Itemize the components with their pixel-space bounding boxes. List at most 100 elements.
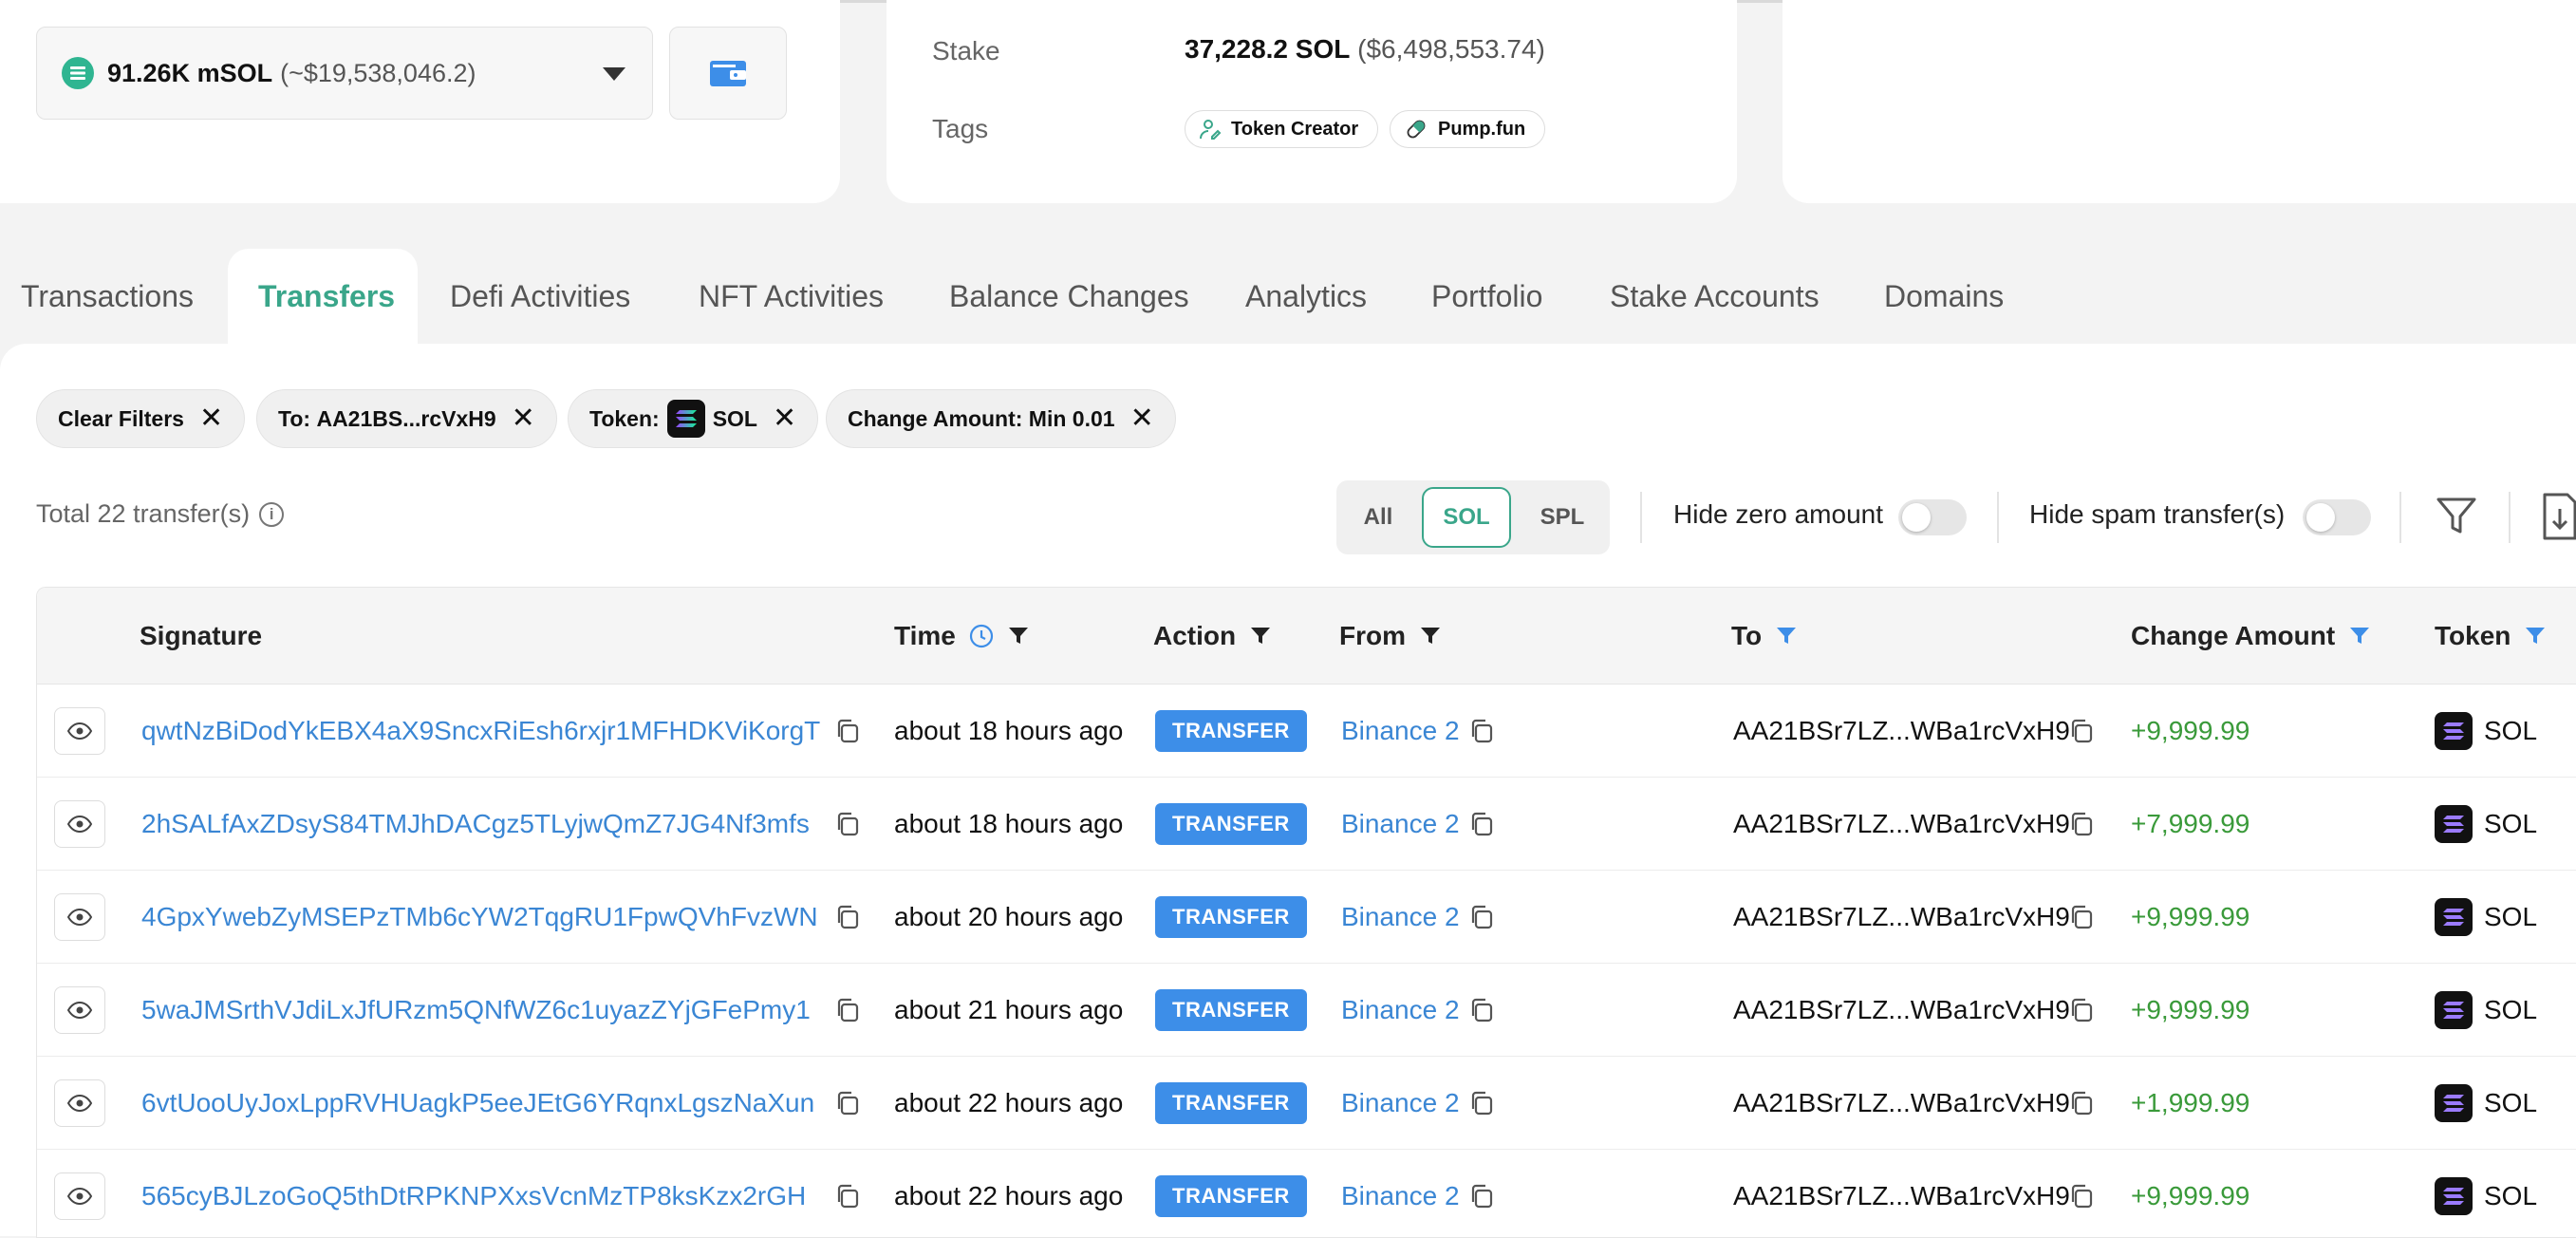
token-cell[interactable]: SOL bbox=[2435, 964, 2537, 1056]
tab-defi-activities[interactable]: Defi Activities bbox=[450, 249, 630, 344]
clear-filters-chip[interactable]: Clear Filters ✕ bbox=[36, 389, 246, 448]
token-balance-dropdown[interactable]: 91.26K mSOL (~$19,538,046.2) bbox=[36, 27, 653, 120]
signature-link[interactable]: 565cyBJLzoGoQ5thDtRPKNPXxsVcnMzTP8ksKzx2… bbox=[141, 1150, 857, 1237]
copy-icon[interactable] bbox=[1468, 1183, 1495, 1210]
download-icon[interactable] bbox=[2542, 492, 2576, 541]
to-filter-chip[interactable]: To: AA21BS...rcVxH9 ✕ bbox=[256, 389, 557, 448]
from-link[interactable]: Binance 2 bbox=[1341, 871, 1460, 963]
filter-icon-active[interactable] bbox=[2348, 625, 2371, 647]
copy-icon[interactable] bbox=[1468, 718, 1495, 744]
table-row: 6vtUooUyJoxLppRVHUagkP5eeJEtG6YRqnxLgszN… bbox=[37, 1057, 2576, 1150]
to-address[interactable]: AA21BSr7LZ...WBa1rcVxH9 bbox=[1733, 1150, 2070, 1237]
info-icon[interactable]: i bbox=[259, 501, 285, 527]
tag-pump-fun[interactable]: Pump.fun bbox=[1390, 110, 1546, 148]
copy-icon[interactable] bbox=[1468, 811, 1495, 837]
view-details-button[interactable] bbox=[54, 800, 105, 848]
copy-icon[interactable] bbox=[1468, 904, 1495, 930]
from-link[interactable]: Binance 2 bbox=[1341, 778, 1460, 870]
copy-icon[interactable] bbox=[834, 1183, 861, 1210]
filter-icon[interactable] bbox=[2436, 496, 2477, 537]
total-transfers: Total 22 transfer(s) i bbox=[36, 499, 285, 529]
filter-icon-active[interactable] bbox=[1775, 625, 1798, 647]
eye-icon bbox=[67, 909, 92, 926]
segment-spl[interactable]: SPL bbox=[1526, 487, 1598, 548]
close-icon[interactable]: ✕ bbox=[512, 404, 535, 433]
copy-icon[interactable] bbox=[834, 811, 861, 837]
tab-balance-changes[interactable]: Balance Changes bbox=[949, 249, 1189, 344]
table-row: 5waJMSrthVJdiLxJfURzm5QNfWZ6c1uyazZYjGFe… bbox=[37, 964, 2576, 1057]
signature-link[interactable]: 5waJMSrthVJdiLxJfURzm5QNfWZ6c1uyazZYjGFe… bbox=[141, 964, 857, 1056]
copy-icon[interactable] bbox=[834, 1090, 861, 1116]
chip-label: Token: bbox=[589, 405, 660, 431]
sol-token-icon bbox=[666, 400, 705, 438]
stake-value-row: 37,228.2 SOL ($6,498,553.74) bbox=[1185, 34, 1545, 65]
toggle-knob bbox=[2306, 503, 2335, 532]
filter-icon[interactable] bbox=[1007, 625, 1030, 647]
tag-label: Pump.fun bbox=[1438, 118, 1526, 140]
copy-icon[interactable] bbox=[2068, 718, 2095, 744]
to-address[interactable]: AA21BSr7LZ...WBa1rcVxH9 bbox=[1733, 964, 2070, 1056]
to-address[interactable]: AA21BSr7LZ...WBa1rcVxH9 bbox=[1733, 871, 2070, 963]
tab-analytics[interactable]: Analytics bbox=[1245, 249, 1367, 344]
time-cell: about 18 hours ago bbox=[894, 809, 1124, 838]
sol-token-icon bbox=[2435, 1176, 2473, 1215]
copy-icon[interactable] bbox=[1468, 1090, 1495, 1116]
header-signature: Signature bbox=[140, 621, 263, 650]
tab-domains[interactable]: Domains bbox=[1884, 249, 2004, 344]
token-cell[interactable]: SOL bbox=[2435, 1150, 2537, 1237]
tag-token-creator[interactable]: Token Creator bbox=[1185, 110, 1379, 148]
copy-icon[interactable] bbox=[834, 997, 861, 1023]
close-icon[interactable]: ✕ bbox=[199, 404, 223, 433]
copy-icon[interactable] bbox=[2068, 1090, 2095, 1116]
token-cell[interactable]: SOL bbox=[2435, 685, 2537, 777]
view-details-button[interactable] bbox=[54, 1172, 105, 1220]
view-details-button[interactable] bbox=[54, 707, 105, 755]
wallet-icon bbox=[710, 61, 746, 86]
action-badge: TRANSFER bbox=[1155, 989, 1307, 1031]
token-filter-chip[interactable]: Token: SOL ✕ bbox=[568, 389, 819, 448]
signature-link[interactable]: 6vtUooUyJoxLppRVHUagkP5eeJEtG6YRqnxLgszN… bbox=[141, 1057, 857, 1149]
copy-icon[interactable] bbox=[2068, 811, 2095, 837]
tab-stake-accounts[interactable]: Stake Accounts bbox=[1610, 249, 1820, 344]
segment-all[interactable]: All bbox=[1352, 487, 1405, 548]
to-address[interactable]: AA21BSr7LZ...WBa1rcVxH9 bbox=[1733, 1057, 2070, 1149]
change-amount-filter-chip[interactable]: Change Amount: Min 0.01 ✕ bbox=[826, 389, 1176, 448]
filter-icon[interactable] bbox=[1249, 625, 1272, 647]
chip-label: Clear Filters bbox=[58, 405, 184, 431]
hide-zero-toggle[interactable] bbox=[1898, 499, 1967, 535]
tab-transfers[interactable]: Transfers bbox=[258, 249, 395, 344]
hide-spam-toggle[interactable] bbox=[2303, 499, 2371, 535]
chip-label: Change Amount: bbox=[848, 405, 1023, 431]
copy-icon[interactable] bbox=[2068, 904, 2095, 930]
clock-icon[interactable] bbox=[969, 624, 994, 648]
signature-link[interactable]: 4GpxYwebZyMSEPzTMb6cYW2TqgRU1FpwQVhFvzWN bbox=[141, 871, 857, 963]
copy-icon[interactable] bbox=[2068, 1183, 2095, 1210]
copy-icon[interactable] bbox=[834, 904, 861, 930]
signature-link[interactable]: qwtNzBiDodYkEBX4aX9SncxRiEsh6rxjr1MFHDKV… bbox=[141, 685, 857, 777]
filter-icon-active[interactable] bbox=[2524, 625, 2547, 647]
close-icon[interactable]: ✕ bbox=[1130, 404, 1154, 433]
from-link[interactable]: Binance 2 bbox=[1341, 1057, 1460, 1149]
from-link[interactable]: Binance 2 bbox=[1341, 964, 1460, 1056]
copy-icon[interactable] bbox=[1468, 997, 1495, 1023]
token-cell[interactable]: SOL bbox=[2435, 1057, 2537, 1149]
tab-transactions[interactable]: Transactions bbox=[21, 249, 194, 344]
from-link[interactable]: Binance 2 bbox=[1341, 685, 1460, 777]
view-details-button[interactable] bbox=[54, 1079, 105, 1127]
wallet-button[interactable] bbox=[669, 27, 787, 120]
tab-nft-activities[interactable]: NFT Activities bbox=[699, 249, 884, 344]
from-link[interactable]: Binance 2 bbox=[1341, 1150, 1460, 1237]
view-details-button[interactable] bbox=[54, 893, 105, 941]
close-icon[interactable]: ✕ bbox=[773, 404, 796, 433]
copy-icon[interactable] bbox=[834, 718, 861, 744]
to-address[interactable]: AA21BSr7LZ...WBa1rcVxH9 bbox=[1733, 778, 2070, 870]
filter-icon[interactable] bbox=[1419, 625, 1442, 647]
token-cell[interactable]: SOL bbox=[2435, 871, 2537, 963]
signature-link[interactable]: 2hSALfAxZDsyS84TMJhDACgz5TLyjwQmZ7JG4Nf3… bbox=[141, 778, 857, 870]
view-details-button[interactable] bbox=[54, 986, 105, 1034]
token-cell[interactable]: SOL bbox=[2435, 778, 2537, 870]
to-address[interactable]: AA21BSr7LZ...WBa1rcVxH9 bbox=[1733, 685, 2070, 777]
copy-icon[interactable] bbox=[2068, 997, 2095, 1023]
tab-portfolio[interactable]: Portfolio bbox=[1431, 249, 1542, 344]
segment-sol[interactable]: SOL bbox=[1422, 487, 1511, 548]
